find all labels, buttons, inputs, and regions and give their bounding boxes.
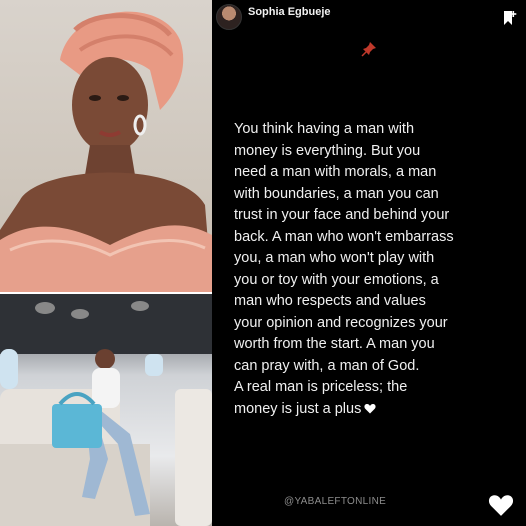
post-quote-text: You think having a man with money is eve…: [234, 121, 454, 417]
jet-cabin-illustration: [0, 294, 212, 526]
post-quote: You think having a man with money is eve…: [234, 119, 504, 420]
watermark: @YABALEFTONLINE: [284, 496, 387, 507]
portrait-photo: [0, 0, 212, 292]
author-avatar[interactable]: [216, 4, 242, 30]
heart-icon: [364, 403, 376, 413]
like-heart-icon[interactable]: [488, 493, 514, 517]
jet-cabin-photo: [0, 294, 212, 526]
bookmark-plus-icon[interactable]: [503, 10, 517, 26]
portrait-illustration: [0, 11, 212, 292]
author-name[interactable]: Sophia Egbueje: [248, 6, 331, 18]
pin-icon: [361, 42, 376, 57]
